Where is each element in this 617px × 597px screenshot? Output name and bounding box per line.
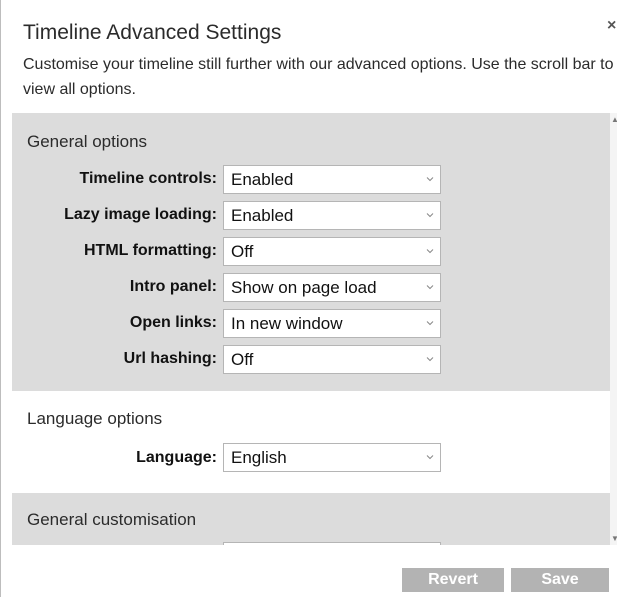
lazy-image-loading-label: Lazy image loading: — [64, 206, 217, 223]
revert-button[interactable]: Revert — [402, 568, 504, 592]
intro-panel-select[interactable]: Show on page load — [223, 273, 441, 302]
options-scroll-area[interactable]: General options Timeline controls: Enabl… — [12, 113, 610, 545]
lazy-image-loading-select[interactable]: Enabled — [223, 201, 441, 230]
chevron-down-icon — [426, 455, 434, 460]
open-links-value: In new window — [231, 314, 343, 333]
scroll-up-icon[interactable]: ▲ — [611, 115, 617, 124]
chevron-down-icon — [426, 285, 434, 290]
language-options-section: Language options Language: English — [12, 391, 610, 493]
scroll-down-icon[interactable]: ▼ — [611, 534, 617, 543]
open-links-label: Open links: — [129, 314, 217, 331]
html-formatting-value: Off — [231, 242, 254, 261]
dialog-footer: Revert Save — [1, 545, 617, 597]
language-label: Language: — [136, 449, 217, 466]
url-hashing-label: Url hashing: — [123, 350, 217, 367]
advanced-settings-dialog: Timeline Advanced Settings × Customise y… — [0, 0, 617, 597]
general-customisation-title: General customisation — [27, 510, 197, 529]
save-button[interactable]: Save — [511, 568, 609, 592]
language-value: English — [231, 448, 287, 467]
close-icon[interactable]: × — [607, 17, 616, 35]
options-scrollbar[interactable]: ▲ ▼ — [610, 113, 617, 545]
html-formatting-select[interactable]: Off — [223, 237, 441, 266]
chevron-down-icon — [426, 321, 434, 326]
url-hashing-select[interactable]: Off — [223, 345, 441, 374]
chevron-down-icon — [426, 177, 434, 182]
lazy-image-loading-value: Enabled — [231, 206, 294, 225]
timeline-controls-value: Enabled — [231, 170, 294, 189]
language-select[interactable]: English — [223, 443, 441, 472]
timeline-controls-select[interactable]: Enabled — [223, 165, 441, 194]
chevron-down-icon — [426, 357, 434, 362]
general-options-title: General options — [27, 132, 148, 151]
chevron-down-icon — [426, 213, 434, 218]
dialog-intro: Customise your timeline still further wi… — [23, 56, 614, 98]
html-formatting-label: HTML formatting: — [83, 242, 217, 259]
general-options-section: General options Timeline controls: Enabl… — [12, 113, 610, 391]
intro-panel-label: Intro panel: — [129, 278, 217, 295]
general-customisation-section: General customisation — [12, 493, 610, 545]
dialog-title: Timeline Advanced Settings — [23, 21, 282, 44]
chevron-down-icon — [426, 249, 434, 254]
open-links-select[interactable]: In new window — [223, 309, 441, 338]
url-hashing-value: Off — [231, 350, 254, 369]
intro-panel-value: Show on page load — [231, 278, 377, 297]
timeline-controls-label: Timeline controls: — [79, 170, 217, 187]
language-options-title: Language options — [27, 409, 163, 428]
